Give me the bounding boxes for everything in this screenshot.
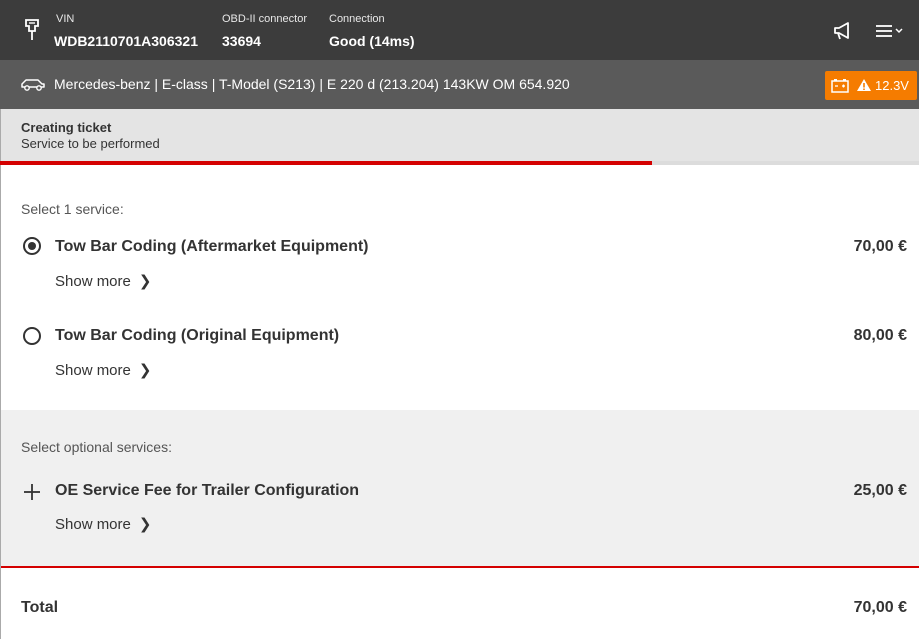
service-radio-original[interactable] <box>23 327 41 345</box>
vin-field: VIN WDB2110701A306321 <box>54 13 198 51</box>
total-divider <box>1 566 919 568</box>
show-more-label: Show more <box>55 362 131 379</box>
car-icon <box>21 79 45 91</box>
connection-label: Connection <box>329 13 385 25</box>
optional-service-name[interactable]: OE Service Fee for Trailer Configuration <box>55 481 359 501</box>
optional-services-label: Select optional services: <box>21 439 172 455</box>
optional-service-price: 25,00 € <box>853 482 907 499</box>
service-name-aftermarket[interactable]: Tow Bar Coding (Aftermarket Equipment) <box>55 237 369 257</box>
vehicle-description: Mercedes-benz | E-class | T-Model (S213)… <box>54 76 570 92</box>
total-price: 70,00 € <box>853 599 907 616</box>
ticket-header: Creating ticket Service to be performed <box>0 109 919 161</box>
total-label: Total <box>21 599 59 616</box>
megaphone-icon[interactable] <box>833 22 853 40</box>
show-more-original[interactable]: Show more ❯ <box>55 362 151 380</box>
connection-value: Good (14ms) <box>329 33 415 49</box>
obd-value: 33694 <box>222 33 261 49</box>
battery-voltage-badge[interactable]: 12.3V <box>825 71 917 100</box>
show-more-label: Show more <box>55 273 131 290</box>
optional-services-section: Select optional services: OE Service Fee… <box>1 410 919 566</box>
battery-icon <box>831 79 849 93</box>
select-service-label: Select 1 service: <box>21 201 124 217</box>
hamburger-menu-icon[interactable] <box>866 23 914 39</box>
obd-field: OBD-II connector 33694 <box>222 13 307 51</box>
service-selection: Select 1 service: Tow Bar Coding (Afterm… <box>0 165 919 639</box>
service-name-original[interactable]: Tow Bar Coding (Original Equipment) <box>55 326 339 346</box>
vehicle-bar: Mercedes-benz | E-class | T-Model (S213)… <box>0 60 919 109</box>
chevron-right-icon: ❯ <box>138 516 152 533</box>
ticket-title: Creating ticket <box>21 120 112 135</box>
ticket-subtitle: Service to be performed <box>21 136 160 151</box>
service-price-aftermarket: 70,00 € <box>853 238 907 255</box>
vin-value: WDB2110701A306321 <box>54 33 198 49</box>
show-more-aftermarket[interactable]: Show more ❯ <box>55 273 151 291</box>
show-more-label: Show more <box>55 516 131 533</box>
warning-icon <box>857 79 871 91</box>
chevron-right-icon: ❯ <box>138 273 152 290</box>
chevron-right-icon: ❯ <box>138 362 152 379</box>
show-more-optional[interactable]: Show more ❯ <box>55 516 151 534</box>
top-bar: VIN WDB2110701A306321 OBD-II connector 3… <box>0 0 919 60</box>
battery-voltage: 12.3V <box>875 78 909 93</box>
plus-icon[interactable] <box>23 483 41 501</box>
service-price-original: 80,00 € <box>853 327 907 344</box>
connection-field: Connection Good (14ms) <box>329 13 415 51</box>
obd-label: OBD-II connector <box>222 13 307 25</box>
vin-label: VIN <box>56 13 75 25</box>
plug-icon <box>25 19 39 40</box>
service-radio-aftermarket[interactable] <box>23 237 41 255</box>
